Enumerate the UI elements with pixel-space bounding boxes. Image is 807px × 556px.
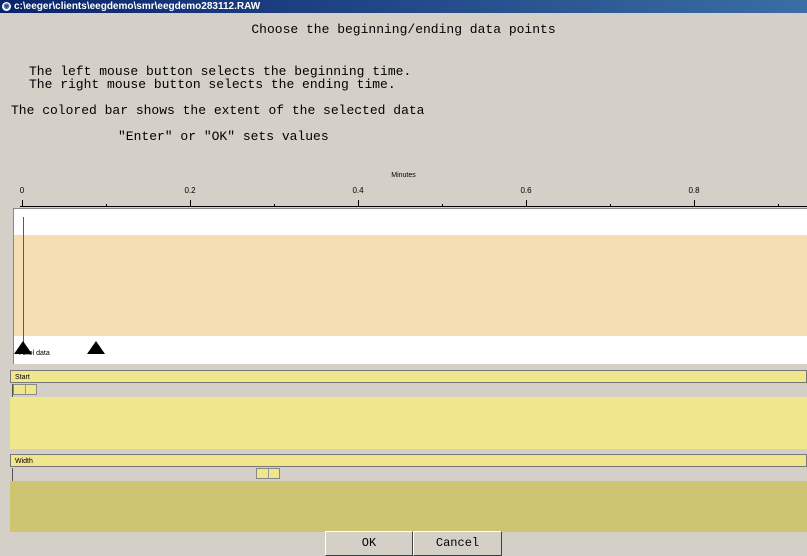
time-axis: Minutes 0 0.2 0.4 0.6 0.8: [0, 170, 807, 208]
start-scrollbar[interactable]: [12, 384, 807, 397]
start-header: Start: [10, 370, 807, 383]
instruction-colored-bar: The colored bar shows the extent of the …: [11, 103, 425, 118]
tick-label: 0.6: [520, 186, 532, 195]
tick-label: 0: [19, 186, 25, 195]
width-header: Width: [10, 454, 807, 467]
instruction-enter: "Enter" or "OK" sets values: [118, 129, 329, 144]
start-panel-body: [10, 397, 807, 449]
width-scrollbar[interactable]: [12, 468, 807, 481]
instruction-right-button: The right mouse button selects the endin…: [29, 77, 396, 92]
data-plot-area[interactable]: Pixel data: [13, 208, 807, 364]
selected-data-band: [14, 235, 807, 336]
window-title: c:\eeger\clients\eegdemo\smr\eegdemo2831…: [14, 1, 261, 12]
title-bar: ◉ c:\eeger\clients\eegdemo\smr\eegdemo28…: [0, 0, 807, 13]
app-icon: ◉: [2, 2, 11, 11]
start-scroll-thumb[interactable]: [13, 384, 37, 395]
width-panel-body: [10, 481, 807, 532]
axis-title: Minutes: [391, 172, 416, 179]
cancel-button[interactable]: Cancel: [413, 531, 502, 556]
tick-label: 0.2: [184, 186, 196, 195]
tick-label: 0.4: [352, 186, 364, 195]
begin-marker-triangle[interactable]: [14, 341, 32, 354]
start-cursor-line: [23, 217, 24, 355]
start-panel: Start: [10, 370, 807, 449]
width-panel: Width: [10, 454, 807, 532]
end-marker-triangle[interactable]: [87, 341, 105, 354]
axis-baseline: [20, 206, 807, 207]
width-scroll-thumb[interactable]: [256, 468, 280, 479]
heading-text: Choose the beginning/ending data points: [251, 22, 556, 37]
tick-label: 0.8: [688, 186, 700, 195]
ok-button[interactable]: OK: [325, 531, 413, 556]
